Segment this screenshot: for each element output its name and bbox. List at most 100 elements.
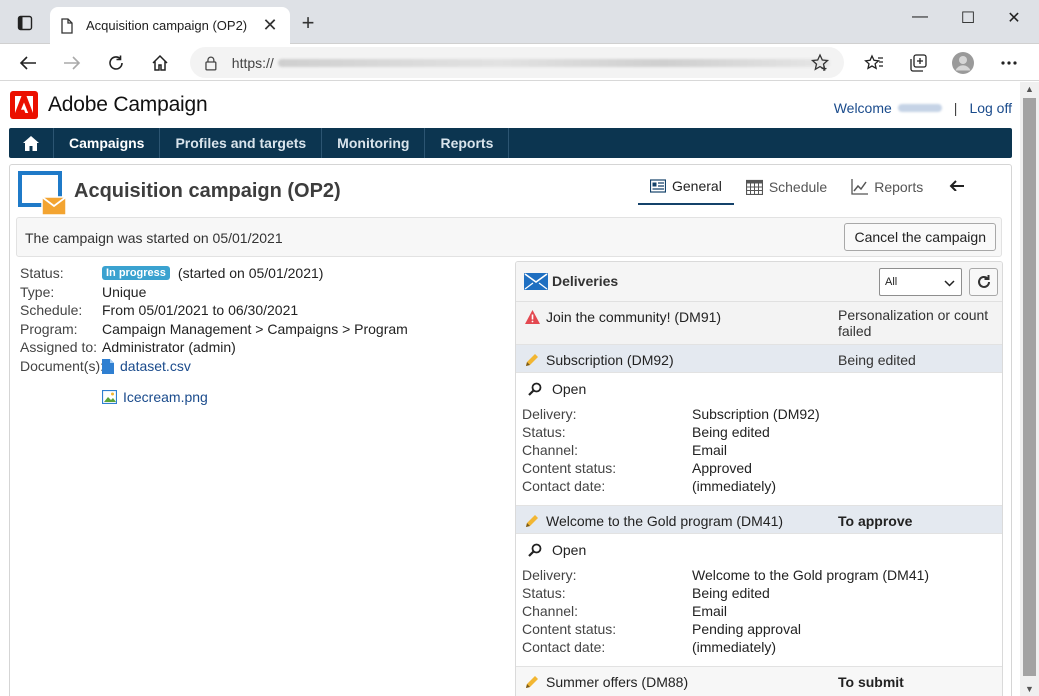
detail-value: Email	[692, 442, 728, 458]
refresh-icon	[977, 275, 990, 288]
profile-avatar-icon[interactable]	[949, 50, 977, 76]
envelope-icon	[524, 273, 548, 293]
nav-reports[interactable]: Reports	[425, 128, 510, 158]
campaign-panel: Acquisition campaign (OP2) General Sched…	[9, 164, 1012, 696]
delivery-detail: Open Delivery: Welcome to the Gold progra…	[516, 534, 1002, 667]
detail-label: Status:	[522, 585, 566, 601]
log-off-link[interactable]: Log off	[969, 100, 1012, 116]
nav-monitoring[interactable]: Monitoring	[322, 128, 426, 158]
document-icecream[interactable]: Icecream.png	[102, 389, 208, 405]
detail-row: Contact date: (immediately)	[522, 639, 992, 657]
tab-reports[interactable]: Reports	[839, 175, 935, 205]
delivery-name: Welcome to the Gold program (DM41)	[546, 513, 784, 529]
detail-label: Contact date:	[522, 478, 606, 494]
deliveries-filter-value: All	[885, 276, 898, 288]
chevron-down-icon	[944, 278, 955, 290]
delivery-status: Personalization or count failed	[838, 307, 988, 339]
type-value: Unique	[102, 284, 147, 300]
delivery-status: Being edited	[838, 352, 916, 368]
detail-label: Status:	[522, 424, 566, 440]
detail-label: Channel:	[522, 442, 579, 458]
chart-icon	[851, 179, 869, 195]
refresh-icon[interactable]	[102, 50, 130, 76]
delivery-status: To submit	[838, 674, 904, 690]
documents-label: Document(s):	[20, 358, 105, 374]
maximize-icon[interactable]: ☐	[956, 8, 980, 28]
program-label: Program:	[20, 321, 78, 337]
start-message: The campaign was started on 05/01/2021	[25, 230, 283, 246]
delivery-row[interactable]: Welcome to the Gold program (DM41) To ap…	[516, 506, 1002, 534]
detail-value: Being edited	[692, 424, 770, 440]
detail-row: Content status: Approved	[522, 460, 992, 478]
pencil-icon	[525, 353, 539, 370]
new-tab-icon[interactable]: +	[296, 12, 320, 34]
document-dataset[interactable]: dataset.csv	[102, 358, 191, 374]
delivery-row[interactable]: Subscription (DM92) Being edited	[516, 345, 1002, 373]
detail-label: Delivery:	[522, 567, 577, 583]
delivery-name: Join the community! (DM91)	[546, 309, 722, 325]
open-delivery-link[interactable]: Open	[528, 381, 586, 397]
address-bar[interactable]: https://	[190, 47, 844, 78]
scrollbar-thumb[interactable]	[1023, 98, 1036, 676]
back-icon[interactable]	[949, 178, 965, 194]
deliveries-panel: Deliveries All Join the community! (DM91…	[515, 261, 1003, 696]
delivery-name: Summer offers (DM88)	[546, 674, 689, 690]
warning-icon	[525, 310, 540, 327]
nav-campaigns[interactable]: Campaigns	[54, 128, 161, 158]
window-close-icon[interactable]: ✕	[1002, 8, 1026, 28]
page-viewport: Adobe Campaign Welcome | Log off Campaig…	[0, 82, 1020, 696]
tab-general-label: General	[672, 178, 722, 194]
back-arrow-icon[interactable]	[14, 50, 42, 76]
cancel-campaign-button[interactable]: Cancel the campaign	[844, 223, 996, 251]
scroll-up-arrow-icon[interactable]: ▲	[1020, 82, 1039, 96]
detail-row: Status: Being edited	[522, 424, 992, 442]
program-link[interactable]: Campaign Management > Campaigns > Progra…	[102, 321, 408, 337]
minimize-icon[interactable]: —	[908, 8, 932, 26]
delivery-row[interactable]: Join the community! (DM91) Personalizati…	[516, 302, 1002, 345]
app-brand: Adobe Campaign	[48, 93, 208, 116]
welcome-label: Welcome	[833, 100, 892, 116]
status-label: Status:	[20, 265, 64, 281]
address-toolbar: https://	[0, 44, 1039, 81]
tab-actions-icon[interactable]	[12, 11, 38, 35]
detail-label: Content status:	[522, 460, 617, 476]
status-value: In progress (started on 05/01/2021)	[102, 265, 323, 281]
favorites-icon[interactable]	[860, 50, 888, 76]
detail-row: Status: Being edited	[522, 585, 992, 603]
detail-row: Channel: Email	[522, 442, 992, 460]
delivery-row[interactable]: Summer offers (DM88) To submit	[516, 667, 1002, 696]
general-icon	[650, 179, 666, 193]
campaign-view-tabs: General Schedule Reports	[638, 175, 965, 205]
detail-row: Content status: Pending approval	[522, 621, 992, 639]
detail-value: Being edited	[692, 585, 770, 601]
more-options-icon[interactable]	[995, 50, 1023, 76]
detail-value: (immediately)	[692, 639, 777, 655]
page-scrollbar[interactable]: ▲ ▼	[1020, 82, 1039, 696]
collections-icon[interactable]	[904, 50, 932, 76]
tab-general[interactable]: General	[638, 175, 734, 205]
add-favorite-icon[interactable]	[810, 53, 830, 76]
deliveries-header: Deliveries All	[516, 262, 1002, 302]
tab-schedule[interactable]: Schedule	[734, 175, 839, 205]
open-delivery-link[interactable]: Open	[528, 542, 586, 558]
browser-tab[interactable]: Acquisition campaign (OP2) ✕	[50, 7, 290, 44]
status-note: (started on 05/01/2021)	[177, 265, 324, 281]
scroll-down-arrow-icon[interactable]: ▼	[1020, 682, 1039, 696]
nav-profiles-and-targets[interactable]: Profiles and targets	[160, 128, 323, 158]
close-tab-icon[interactable]: ✕	[260, 15, 280, 36]
forward-arrow-icon[interactable]	[58, 50, 86, 76]
user-bar: Welcome | Log off	[834, 100, 1012, 116]
deliveries-filter-select[interactable]: All	[879, 268, 962, 296]
home-icon[interactable]	[146, 50, 174, 76]
refresh-deliveries-button[interactable]	[969, 268, 998, 296]
delivery-detail: Open Delivery: Subscription (DM92) Status…	[516, 373, 1002, 506]
file-icon	[102, 358, 114, 374]
home-nav-icon[interactable]	[9, 128, 54, 158]
detail-label: Content status:	[522, 621, 617, 637]
status-badge: In progress	[102, 266, 170, 280]
detail-row: Channel: Email	[522, 603, 992, 621]
user-name-redacted	[897, 104, 942, 112]
detail-label: Contact date:	[522, 639, 606, 655]
detail-value: Welcome to the Gold program (DM41)	[692, 567, 930, 583]
detail-value: Email	[692, 603, 728, 619]
